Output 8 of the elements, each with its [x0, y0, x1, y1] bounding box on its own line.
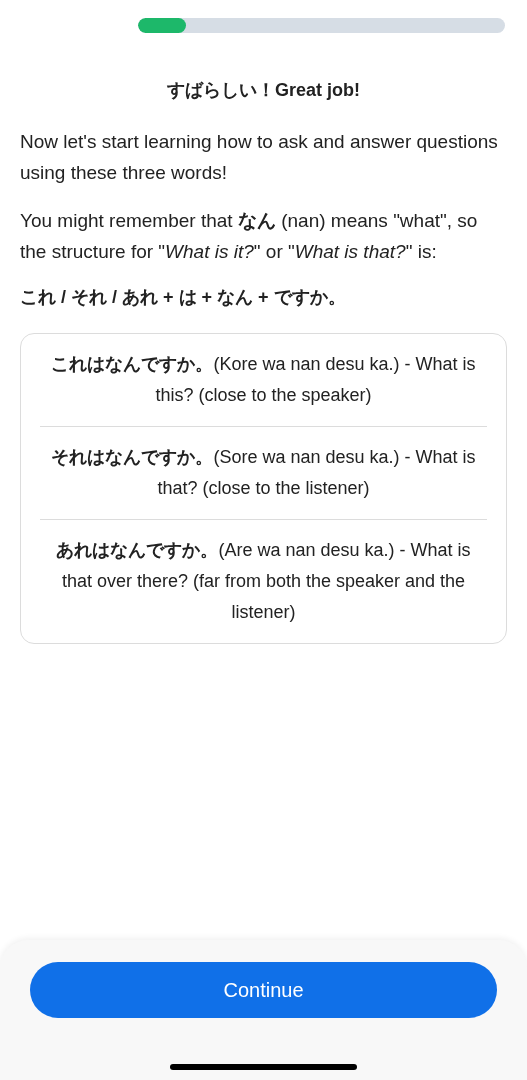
example-text: それはなんですか。(Sore wa nan desu ka.) - What is that? (close to the listener): [40, 426, 487, 519]
example-text: あれはなんですか。(Are wa nan desu ka.) - What is that over there? (far from both the speaker and the listener): [40, 519, 487, 643]
title: すばらしい！Great job!: [166, 79, 361, 102]
paragraph: You might remember that なん (nan) means "what", so the structure for "What is it?" or "What is that?" is:: [20, 209, 479, 264]
continue-button[interactable]: Continue: [30, 962, 497, 1018]
formula: これ / それ / あれ + は + なん + ですか。: [20, 286, 347, 309]
paragraph: Now let's start learning how to ask and answer questions using these three words!: [20, 130, 499, 185]
example-text: これはなんですか。(Kore wa nan desu ka.) - What is this? (close to the speaker): [50, 353, 477, 407]
